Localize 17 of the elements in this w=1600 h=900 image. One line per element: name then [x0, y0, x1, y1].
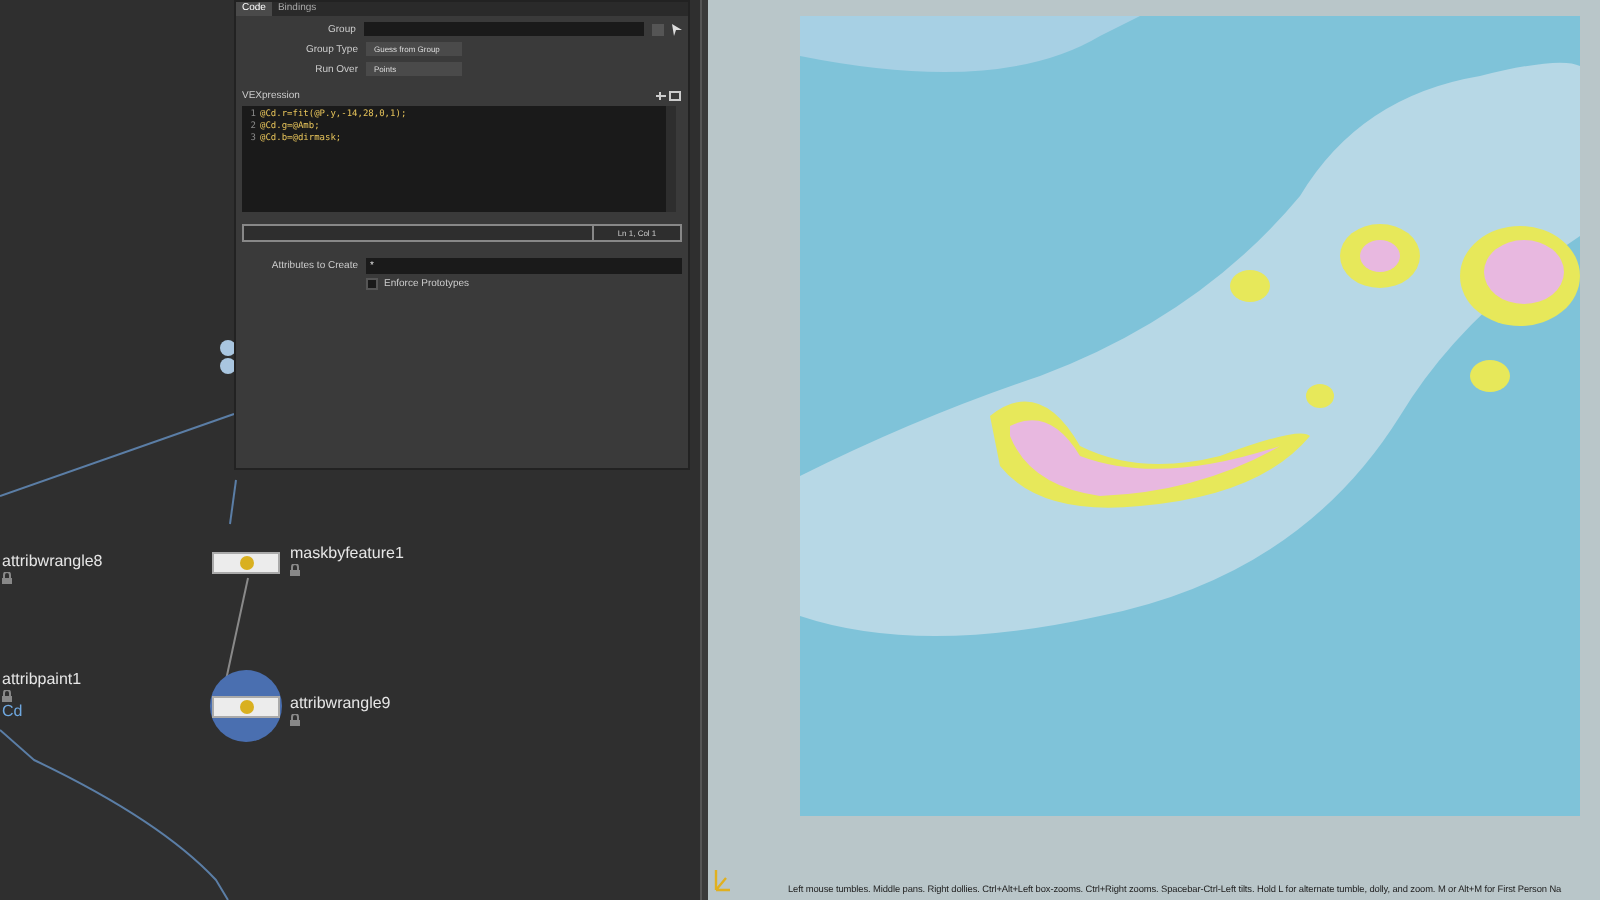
- attribute-label: Cd: [2, 702, 25, 722]
- wire: [225, 577, 249, 681]
- lock-icon[interactable]: [290, 714, 300, 726]
- input-field[interactable]: [363, 22, 645, 36]
- scrollbar[interactable]: [666, 106, 676, 212]
- node-label: attribwrangle8: [2, 552, 103, 572]
- checkbox[interactable]: [366, 278, 378, 290]
- node-label: attribpaint1: [2, 670, 82, 690]
- node-icon[interactable]: [210, 670, 282, 742]
- node-label: attribwrangle9: [290, 694, 391, 714]
- cursor-icon[interactable]: [672, 23, 682, 35]
- lock-icon[interactable]: [2, 572, 12, 584]
- node-label: maskbyfeature1: [290, 544, 404, 564]
- lock-icon[interactable]: [2, 690, 12, 702]
- lock-icon[interactable]: [290, 564, 300, 576]
- axis-icon: [712, 868, 732, 892]
- toolbar-icon[interactable]: [654, 90, 682, 102]
